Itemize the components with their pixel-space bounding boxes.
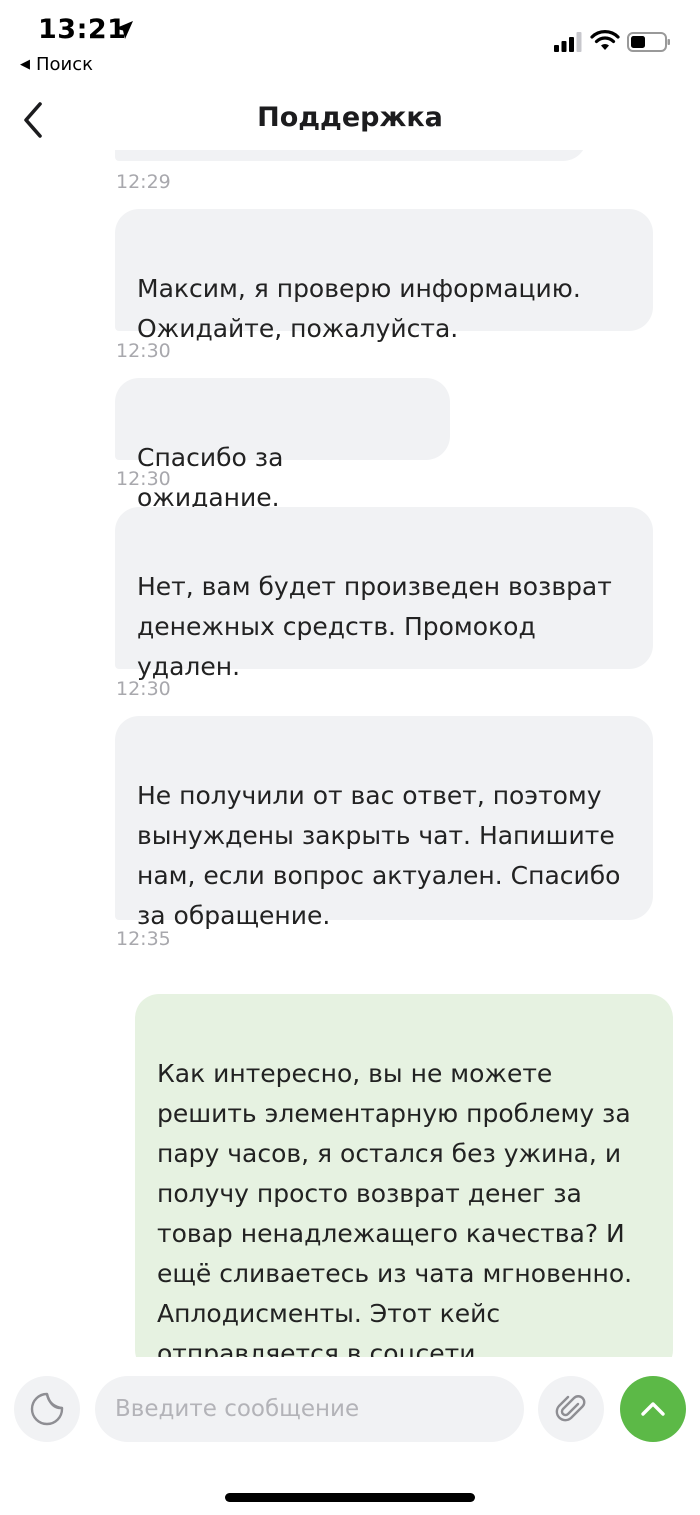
message-composer: [0, 1357, 700, 1457]
message-bubble-outgoing: Как интересно, вы не можете решить элеме…: [135, 994, 673, 1357]
send-button[interactable]: [620, 1376, 686, 1442]
home-indicator[interactable]: [225, 1493, 475, 1502]
back-triangle-icon: ◀: [20, 57, 30, 72]
cellular-signal-icon: [554, 32, 582, 52]
message-bubble-incoming: Нет, вам будет произведен возврат денежн…: [115, 507, 653, 681]
message-input[interactable]: [95, 1376, 524, 1442]
message-text: Максим, я проверю информацию. Ожидайте, …: [137, 274, 581, 343]
sticker-button[interactable]: [14, 1376, 80, 1442]
chat-screen: 13:21 ◀ Поиск Поддержка 12:29 Максим, я …: [0, 0, 700, 1515]
message-bubble-incoming: Спасибо за ожидание.: [115, 378, 450, 512]
message-text: Нет, вам будет произведен возврат денежн…: [137, 572, 612, 681]
message-text: Как интересно, вы не можете решить элеме…: [157, 1059, 633, 1357]
back-app-label: Поиск: [36, 54, 94, 75]
message-text: Не получили от вас ответ, поэтому вынужд…: [137, 781, 621, 930]
message-list[interactable]: 12:29 Максим, я проверю информацию. Ожид…: [0, 145, 700, 1357]
back-to-app-link[interactable]: ◀ Поиск: [20, 54, 93, 75]
chevron-up-icon: [641, 1402, 665, 1416]
message-timestamp: 12:29: [116, 171, 171, 193]
attach-button[interactable]: [538, 1376, 604, 1442]
message-timestamp: 12:35: [116, 928, 171, 950]
battery-icon: [627, 32, 670, 52]
message-bubble-incoming: Максим, я проверю информацию. Ожидайте, …: [115, 209, 653, 343]
page-title: Поддержка: [257, 102, 443, 133]
message-timestamp: 12:30: [116, 468, 171, 490]
message-bubble-incoming: Не получили от вас ответ, поэтому вынужд…: [115, 716, 653, 930]
nav-header: Поддержка: [0, 90, 700, 150]
paperclip-icon: [555, 1395, 586, 1422]
status-bar: 13:21 ◀ Поиск: [0, 0, 700, 90]
message-timestamp: 12:30: [116, 340, 171, 362]
sticker-icon: [30, 1392, 64, 1426]
wifi-icon: [590, 30, 620, 50]
message-timestamp: 12:30: [116, 678, 171, 700]
location-arrow-icon: [115, 21, 133, 39]
